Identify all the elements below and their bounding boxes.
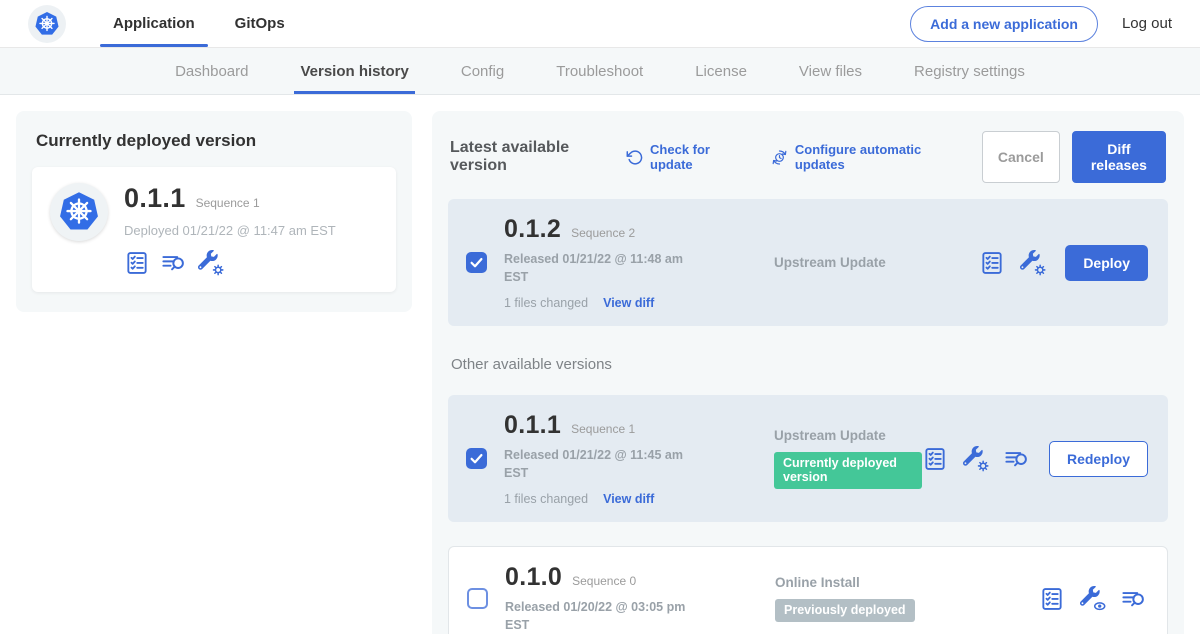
release-notes-icon[interactable] <box>124 250 150 276</box>
subnav-label: Registry settings <box>914 63 1025 80</box>
sequence-label: Sequence 0 <box>572 574 636 588</box>
auto-update-clock-icon <box>771 149 788 166</box>
version-source-label: Online Install <box>775 575 1039 590</box>
refresh-icon <box>626 149 643 166</box>
version-number: 0.1.2 <box>504 215 561 244</box>
deployed-timestamp: Deployed 01/21/22 @ 11:47 am EST <box>124 223 336 238</box>
view-diff-link[interactable]: View diff <box>603 296 654 310</box>
released-timestamp: Released 01/21/22 @ 11:45 am EST <box>504 447 696 482</box>
subnav-label: View files <box>799 63 862 80</box>
version-checkbox[interactable] <box>467 588 488 609</box>
release-notes-icon[interactable] <box>1039 586 1065 612</box>
files-changed-label: 1 files changed <box>504 492 588 506</box>
tab-application[interactable]: Application <box>100 0 208 47</box>
view-diff-link[interactable]: View diff <box>603 492 654 506</box>
check-for-update-label: Check for update <box>650 142 743 172</box>
subnav-item-troubleshoot[interactable]: Troubleshoot <box>530 48 669 94</box>
currently-deployed-panel: Currently deployed version 0.1.1 Sequenc… <box>16 111 412 312</box>
subnav-item-license[interactable]: License <box>669 48 773 94</box>
version-source-label: Upstream Update <box>774 428 922 443</box>
deployed-sequence-label: Sequence 1 <box>196 196 260 210</box>
subnav-item-dashboard[interactable]: Dashboard <box>149 48 274 94</box>
previously-deployed-badge: Previously deployed <box>775 599 915 622</box>
version-row-0-1-0: 0.1.0 Sequence 0 Released 01/20/22 @ 03:… <box>448 546 1168 634</box>
latest-available-title: Latest available version <box>450 139 612 175</box>
released-timestamp: Released 01/20/22 @ 03:05 pm EST <box>505 599 697 634</box>
released-timestamp: Released 01/21/22 @ 11:48 am EST <box>504 251 696 286</box>
kubernetes-logo-icon <box>28 5 66 43</box>
subnav-item-registry-settings[interactable]: Registry settings <box>888 48 1051 94</box>
app-kubernetes-icon <box>50 183 108 241</box>
currently-deployed-badge: Currently deployed version <box>774 452 922 489</box>
deploy-button[interactable]: Deploy <box>1065 245 1148 281</box>
subnav-label: Troubleshoot <box>556 63 643 80</box>
subnav-label: License <box>695 63 747 80</box>
subnav-item-view-files[interactable]: View files <box>773 48 888 94</box>
tab-application-label: Application <box>113 15 195 32</box>
version-number: 0.1.1 <box>504 411 561 440</box>
cancel-button[interactable]: Cancel <box>982 131 1060 183</box>
app-subnav: Dashboard Version history Config Trouble… <box>0 48 1200 95</box>
config-icon[interactable] <box>1020 250 1046 276</box>
logs-icon[interactable] <box>1121 586 1147 612</box>
sequence-label: Sequence 1 <box>571 422 635 436</box>
version-checkbox[interactable] <box>466 252 487 273</box>
tab-gitops[interactable]: GitOps <box>222 0 298 47</box>
subnav-label: Version history <box>300 63 408 80</box>
top-navbar: Application GitOps Add a new application… <box>0 0 1200 48</box>
subnav-label: Config <box>461 63 504 80</box>
logs-icon[interactable] <box>1004 446 1030 472</box>
deployed-version-number: 0.1.1 <box>124 183 186 214</box>
currently-deployed-title: Currently deployed version <box>36 131 392 151</box>
logs-icon[interactable] <box>161 250 187 276</box>
diff-releases-button[interactable]: Diff releases <box>1072 131 1166 183</box>
version-row-0-1-1: 0.1.1 Sequence 1 Released 01/21/22 @ 11:… <box>448 395 1168 522</box>
latest-version-header: Latest available version Check for updat… <box>450 131 1166 183</box>
config-view-icon[interactable] <box>1080 586 1106 612</box>
files-changed-label: 1 files changed <box>504 296 588 310</box>
version-number: 0.1.0 <box>505 563 562 592</box>
deployed-version-card: 0.1.1 Sequence 1 Deployed 01/21/22 @ 11:… <box>32 167 396 292</box>
subnav-item-config[interactable]: Config <box>435 48 530 94</box>
check-for-update-link[interactable]: Check for update <box>626 142 743 172</box>
config-icon[interactable] <box>198 250 224 276</box>
subnav-item-version-history[interactable]: Version history <box>274 48 434 94</box>
subnav-label: Dashboard <box>175 63 248 80</box>
version-checkbox[interactable] <box>466 448 487 469</box>
other-versions-title: Other available versions <box>451 356 1165 373</box>
version-history-panel: Latest available version Check for updat… <box>432 111 1184 634</box>
release-notes-icon[interactable] <box>979 250 1005 276</box>
logout-button[interactable]: Log out <box>1122 15 1172 32</box>
version-source-label: Upstream Update <box>774 255 979 270</box>
redeploy-button[interactable]: Redeploy <box>1049 441 1148 477</box>
release-notes-icon[interactable] <box>922 446 948 472</box>
version-row-0-1-2: 0.1.2 Sequence 2 Released 01/21/22 @ 11:… <box>448 199 1168 326</box>
configure-updates-label: Configure automatic updates <box>795 142 954 172</box>
add-new-application-button[interactable]: Add a new application <box>910 6 1098 42</box>
configure-automatic-updates-link[interactable]: Configure automatic updates <box>771 142 954 172</box>
tab-gitops-label: GitOps <box>235 15 285 32</box>
app-tabs: Application GitOps <box>100 0 312 47</box>
sequence-label: Sequence 2 <box>571 226 635 240</box>
config-icon[interactable] <box>963 446 989 472</box>
